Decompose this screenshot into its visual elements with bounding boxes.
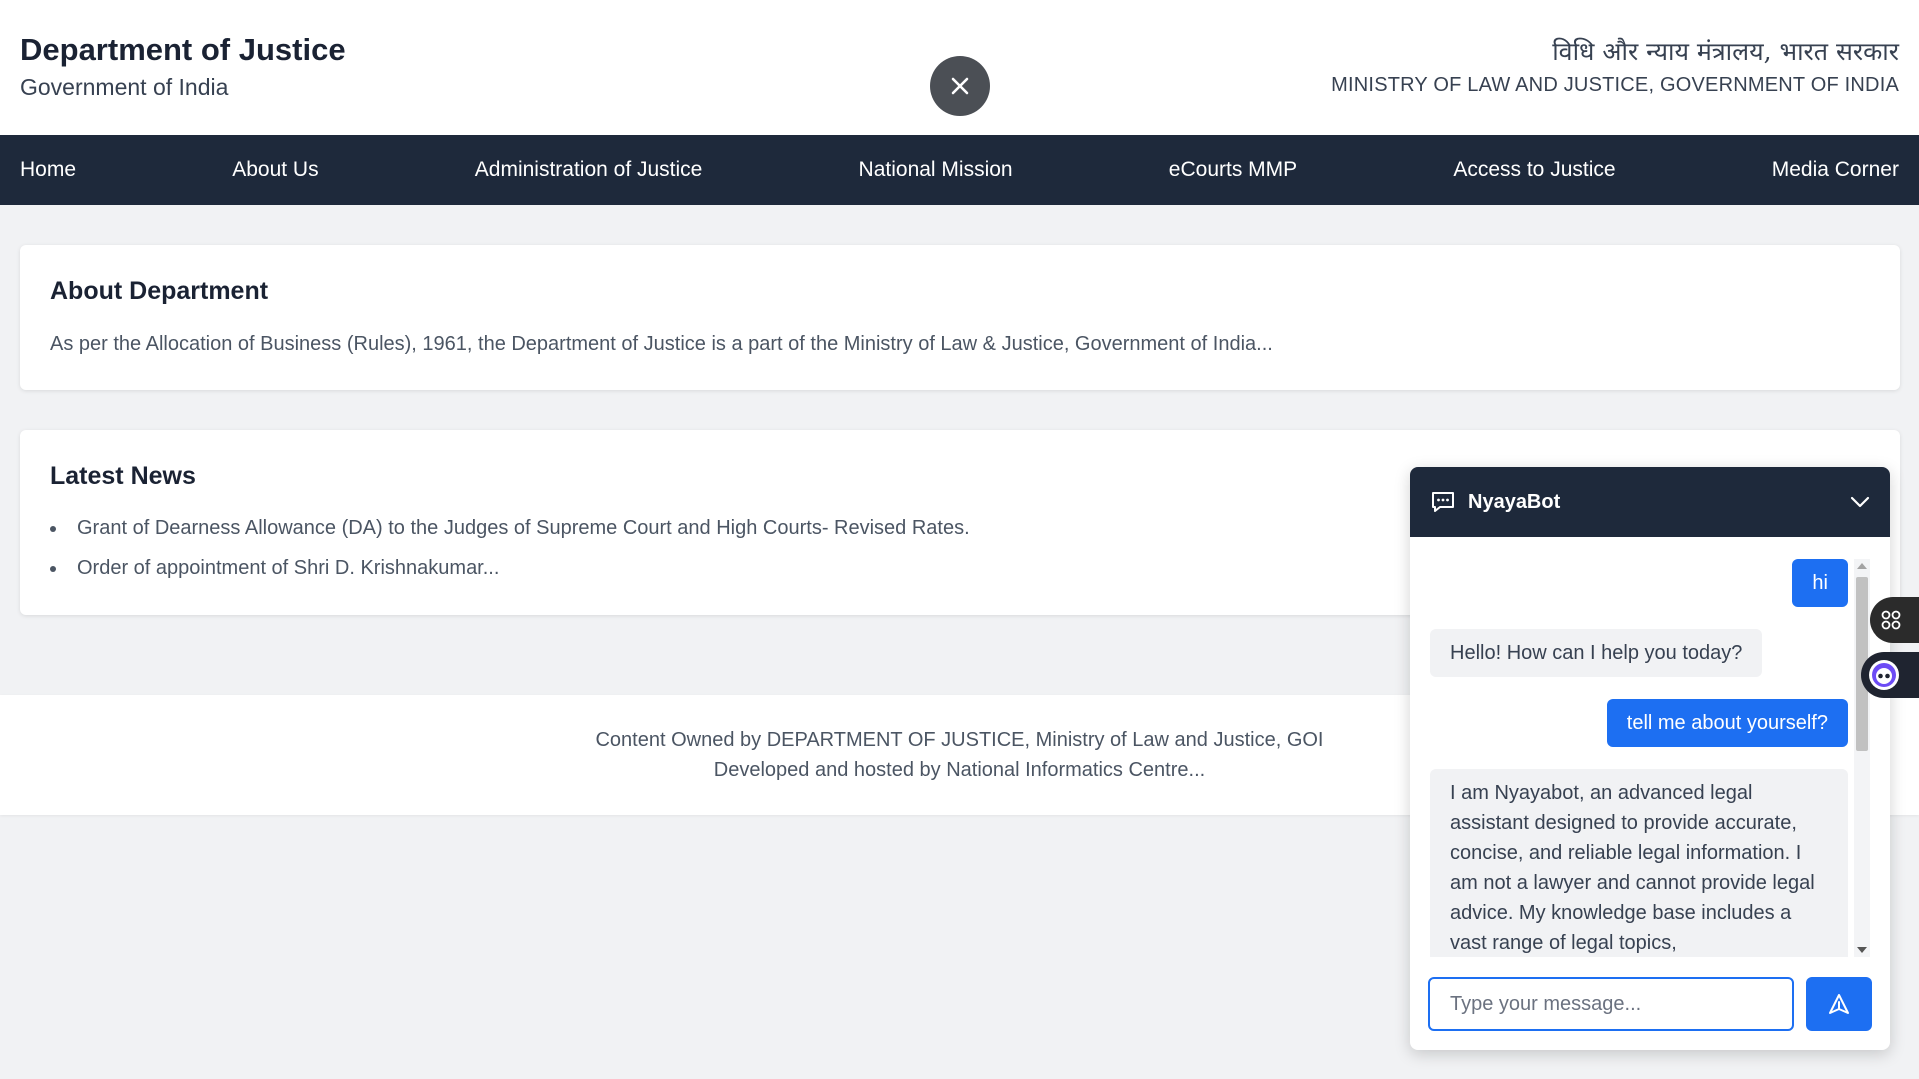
chat-header[interactable]: NyayaBot — [1410, 467, 1890, 537]
chat-title: NyayaBot — [1468, 490, 1561, 513]
scroll-down-arrow-icon[interactable] — [1857, 947, 1867, 953]
chat-message-user: tell me about yourself? — [1606, 699, 1848, 747]
close-button[interactable] — [930, 56, 990, 116]
nav-item-home[interactable]: Home — [20, 158, 76, 182]
chevron-down-icon — [1850, 496, 1870, 508]
nav-item-media-corner[interactable]: Media Corner — [1772, 158, 1899, 182]
chat-bubble-icon — [1432, 492, 1454, 512]
chat-message-bot: I am Nyayabot, an advanced legal assista… — [1430, 769, 1848, 957]
chat-message-user: hi — [1792, 559, 1848, 607]
assistant-face-icon — [1869, 660, 1899, 690]
nav-item-about-us[interactable]: About Us — [232, 158, 318, 182]
ministry-name-hindi: विधि और न्याय मंत्रालय, भारत सरकार — [1552, 37, 1899, 66]
send-button[interactable] — [1806, 977, 1872, 1031]
about-department-card: About Department As per the Allocation o… — [20, 245, 1900, 390]
nav-item-access-to-justice[interactable]: Access to Justice — [1453, 158, 1615, 182]
site-header: Department of Justice Government of Indi… — [0, 0, 1919, 135]
chat-messages[interactable]: hi Hello! How can I help you today? tell… — [1410, 537, 1890, 957]
nav-item-national-mission[interactable]: National Mission — [859, 158, 1013, 182]
chat-message-input[interactable] — [1428, 977, 1794, 1031]
chatbot-widget: NyayaBot hi Hello! How can I help you to… — [1410, 467, 1890, 1050]
site-title: Department of Justice — [20, 32, 346, 67]
latest-news-title: Latest News — [50, 462, 196, 490]
floating-assistant-button[interactable] — [1861, 652, 1919, 698]
site-subtitle: Government of India — [20, 74, 229, 100]
about-department-text: As per the Allocation of Business (Rules… — [50, 333, 1273, 355]
floating-extension-button[interactable] — [1870, 597, 1919, 643]
chat-input-row — [1410, 977, 1890, 1037]
close-icon — [951, 77, 969, 95]
command-icon — [1881, 610, 1901, 630]
chat-scrollbar[interactable] — [1854, 559, 1870, 957]
news-item[interactable]: Order of appointment of Shri D. Krishnak… — [50, 556, 970, 596]
chat-collapse-button[interactable] — [1848, 490, 1872, 514]
news-item[interactable]: Grant of Dearness Allowance (DA) to the … — [50, 516, 970, 556]
nav-item-ecourts-mmp[interactable]: eCourts MMP — [1169, 158, 1297, 182]
news-list: Grant of Dearness Allowance (DA) to the … — [50, 516, 970, 596]
about-department-title: About Department — [50, 277, 269, 305]
chat-message-bot: Hello! How can I help you today? — [1430, 629, 1763, 677]
nav-item-administration-of-justice[interactable]: Administration of Justice — [475, 158, 703, 182]
main-navigation: Home About Us Administration of Justice … — [0, 135, 1919, 205]
scroll-up-arrow-icon[interactable] — [1857, 563, 1867, 569]
send-icon — [1829, 994, 1849, 1014]
ministry-name-english: MINISTRY OF LAW AND JUSTICE, GOVERNMENT … — [1331, 74, 1899, 96]
